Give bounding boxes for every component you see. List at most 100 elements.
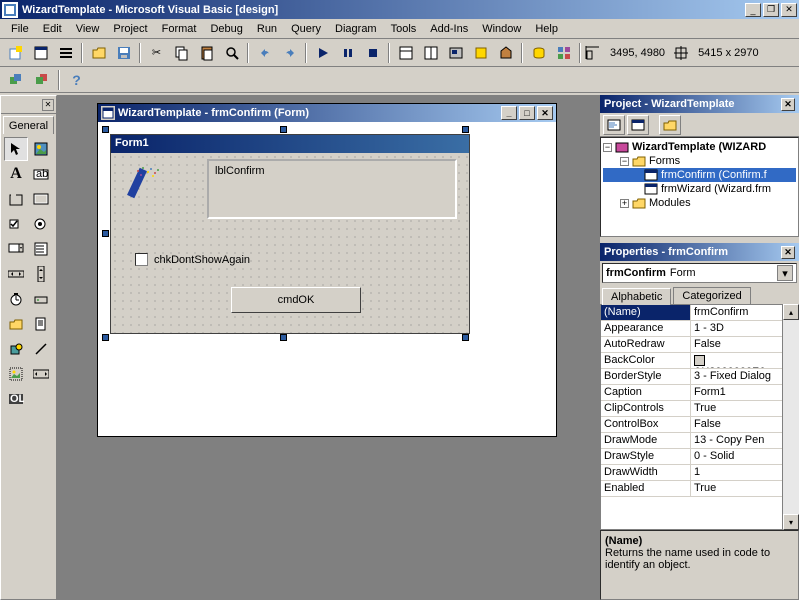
form-layout-button[interactable] — [444, 42, 467, 64]
frame-tool[interactable] — [4, 187, 28, 211]
property-row[interactable]: AutoRedrawFalse — [601, 337, 782, 353]
close-button[interactable]: ✕ — [781, 3, 797, 17]
wizard-image[interactable] — [123, 163, 183, 203]
textbox-tool[interactable]: ab| — [29, 162, 53, 186]
project-explorer-button[interactable] — [394, 42, 417, 64]
dataview-button[interactable] — [527, 42, 550, 64]
cmdok-button[interactable]: cmdOK — [231, 287, 361, 313]
lblconfirm-label[interactable]: lblConfirm — [215, 165, 265, 177]
menu-help[interactable]: Help — [528, 21, 565, 37]
dropdown-icon[interactable]: ▾ — [777, 265, 793, 281]
menu-editor-button[interactable] — [54, 42, 77, 64]
scroll-down-button[interactable]: ▾ — [783, 514, 799, 530]
property-row[interactable]: DrawMode13 - Copy Pen — [601, 433, 782, 449]
ole-tool[interactable]: OLE — [4, 387, 28, 411]
property-row[interactable]: DrawStyle0 - Solid — [601, 449, 782, 465]
tree-item-modules[interactable]: + Modules — [603, 196, 796, 210]
object-selector[interactable]: frmConfirm Form ▾ — [602, 263, 797, 283]
menu-debug[interactable]: Debug — [203, 21, 249, 37]
property-row[interactable]: ControlBoxFalse — [601, 417, 782, 433]
bring-front-button[interactable] — [4, 69, 27, 91]
view-object-button[interactable] — [627, 115, 649, 135]
tree-item-frmconfirm[interactable]: frmConfirm (Confirm.f — [603, 168, 796, 182]
find-button[interactable] — [220, 42, 243, 64]
property-row[interactable]: DrawWidth1 — [601, 465, 782, 481]
menu-format[interactable]: Format — [155, 21, 204, 37]
menu-run[interactable]: Run — [250, 21, 284, 37]
property-row[interactable]: BackColor&H8000000F& — [601, 353, 782, 369]
chkdontshowagain-checkbox[interactable]: chkDontShowAgain — [135, 253, 250, 266]
menu-edit[interactable]: Edit — [36, 21, 69, 37]
toggle-folders-button[interactable] — [659, 115, 681, 135]
form-frmconfirm[interactable]: Form1 lblConfirm chkDontShowAgain cmdOK — [110, 134, 470, 334]
data-tool[interactable] — [29, 362, 53, 386]
view-code-button[interactable] — [603, 115, 625, 135]
filelistbox-tool[interactable] — [29, 312, 53, 336]
project-tree[interactable]: − WizardTemplate (WIZARD − Forms frmConf… — [600, 137, 799, 237]
menu-diagram[interactable]: Diagram — [328, 21, 384, 37]
listbox-tool[interactable] — [29, 237, 53, 261]
undo-button[interactable] — [253, 42, 276, 64]
menu-tools[interactable]: Tools — [384, 21, 424, 37]
optionbutton-tool[interactable] — [29, 212, 53, 236]
properties-window-button[interactable] — [419, 42, 442, 64]
save-button[interactable] — [112, 42, 135, 64]
object-browser-button[interactable] — [469, 42, 492, 64]
drivelistbox-tool[interactable] — [29, 287, 53, 311]
menu-addins[interactable]: Add-Ins — [423, 21, 475, 37]
menu-query[interactable]: Query — [284, 21, 328, 37]
designer-maximize-button[interactable]: □ — [519, 106, 535, 120]
combobox-tool[interactable] — [4, 237, 28, 261]
copy-button[interactable] — [170, 42, 193, 64]
label-tool[interactable]: A — [4, 162, 28, 186]
toolbox-close-button[interactable]: ✕ — [42, 99, 54, 111]
paste-button[interactable] — [195, 42, 218, 64]
redo-button[interactable] — [278, 42, 301, 64]
checkbox-box[interactable] — [135, 253, 148, 266]
menu-project[interactable]: Project — [106, 21, 154, 37]
property-row[interactable]: EnabledTrue — [601, 481, 782, 497]
commandbutton-tool[interactable] — [29, 187, 53, 211]
tab-alphabetic[interactable]: Alphabetic — [602, 288, 671, 305]
end-button[interactable] — [361, 42, 384, 64]
start-button[interactable] — [311, 42, 334, 64]
add-project-button[interactable] — [4, 42, 27, 64]
pointer-tool[interactable] — [4, 137, 28, 161]
property-row[interactable]: BorderStyle3 - Fixed Dialog — [601, 369, 782, 385]
toolbox-tab-general[interactable]: General — [3, 116, 54, 134]
hscrollbar-tool[interactable] — [4, 262, 28, 286]
vscrollbar-tool[interactable] — [29, 262, 53, 286]
project-panel-close[interactable]: ✕ — [781, 98, 795, 111]
tab-categorized[interactable]: Categorized — [673, 287, 750, 304]
help-button[interactable]: ? — [65, 69, 88, 91]
property-row[interactable]: ClipControlsTrue — [601, 401, 782, 417]
property-row[interactable]: CaptionForm1 — [601, 385, 782, 401]
menu-view[interactable]: View — [69, 21, 107, 37]
properties-scrollbar[interactable]: ▴ ▾ — [783, 304, 799, 530]
menu-file[interactable]: File — [4, 21, 36, 37]
break-button[interactable] — [336, 42, 359, 64]
designer-close-button[interactable]: ✕ — [537, 106, 553, 120]
tree-item-frmwizard[interactable]: frmWizard (Wizard.frm — [603, 182, 796, 196]
minimize-button[interactable]: _ — [745, 3, 761, 17]
toolbox-button[interactable] — [494, 42, 517, 64]
image-tool[interactable] — [4, 362, 28, 386]
add-form-button[interactable] — [29, 42, 52, 64]
property-row[interactable]: Appearance1 - 3D — [601, 321, 782, 337]
picturebox-tool[interactable] — [29, 137, 53, 161]
send-back-button[interactable] — [30, 69, 53, 91]
designer-minimize-button[interactable]: _ — [501, 106, 517, 120]
property-row[interactable]: (Name)frmConfirm — [601, 305, 782, 321]
scroll-up-button[interactable]: ▴ — [783, 304, 799, 320]
restore-button[interactable]: ❐ — [763, 3, 779, 17]
component-manager-button[interactable] — [552, 42, 575, 64]
cut-button[interactable]: ✂ — [145, 42, 168, 64]
line-tool[interactable] — [29, 337, 53, 361]
checkbox-tool[interactable] — [4, 212, 28, 236]
shape-tool[interactable] — [4, 337, 28, 361]
menu-window[interactable]: Window — [475, 21, 528, 37]
dirlistbox-tool[interactable] — [4, 312, 28, 336]
open-button[interactable] — [87, 42, 110, 64]
timer-tool[interactable] — [4, 287, 28, 311]
property-grid[interactable]: (Name)frmConfirmAppearance1 - 3DAutoRedr… — [600, 304, 783, 530]
